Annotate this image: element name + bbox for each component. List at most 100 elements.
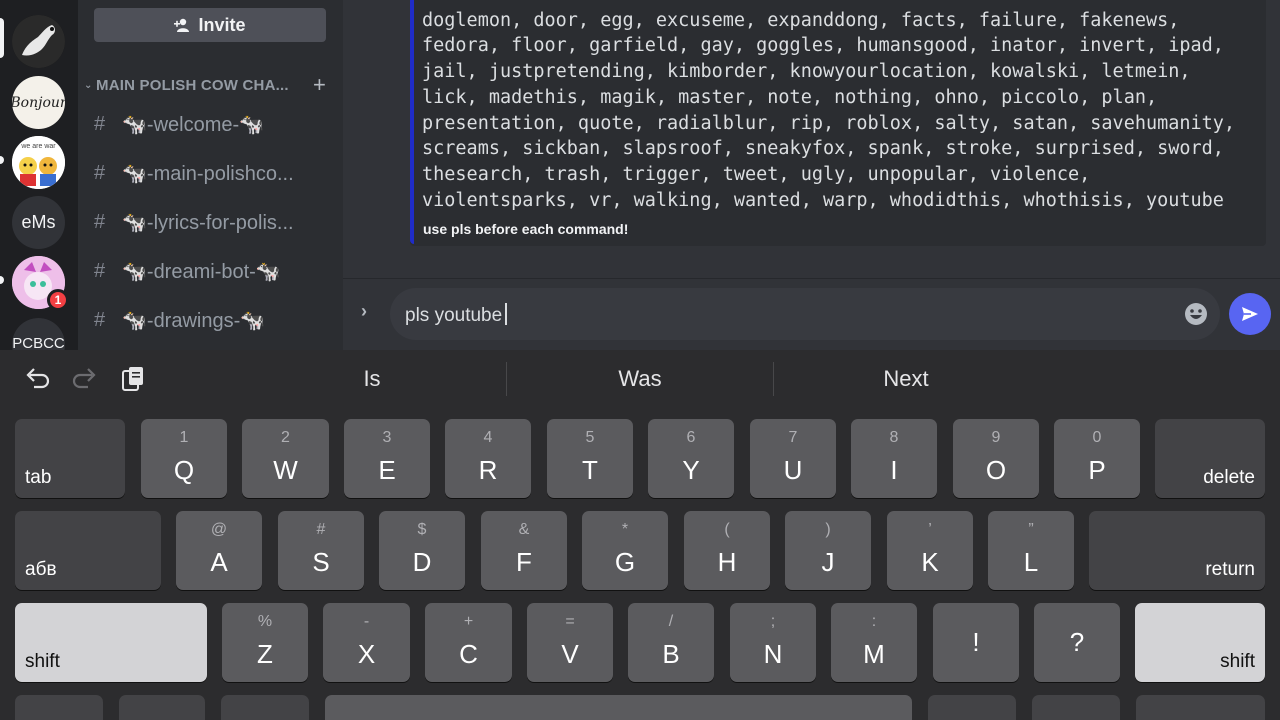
key-i[interactable]: 8I (851, 419, 937, 498)
language-key[interactable]: абв (15, 511, 161, 590)
hashtag-icon: # (94, 259, 106, 282)
command-line: jail, justpretending, kimborder, knowyou… (422, 61, 1191, 83)
key-l[interactable]: ” L (988, 511, 1074, 590)
right-shift-key[interactable]: shift (1135, 603, 1265, 682)
server-rail: Bonjour we are war eMs 1 PCBCC (0, 0, 78, 350)
suggestion-3[interactable]: Next (773, 350, 1039, 408)
channel-sidebar: Invite ⌄ MAIN POLISH COW CHA... + # 🐄-we… (78, 0, 343, 350)
command-line: thesearch, trash, trigger, tweet, ugly, … (422, 163, 1091, 185)
key-p[interactable]: 0P (1054, 419, 1140, 498)
key-r[interactable]: 4R (445, 419, 531, 498)
channel-dreami-bot[interactable]: # 🐄-dreami-bot-🐄 (94, 253, 334, 289)
redo-icon[interactable] (70, 364, 100, 394)
message-input-value: pls youtube (405, 305, 503, 326)
bottom-row-key[interactable] (119, 695, 205, 720)
suggestion-bar: Is Was Next (0, 350, 1280, 408)
channel-label: 🐄-main-polishco... (122, 162, 294, 185)
command-list: doglemon, door, egg, excuseme, expanddon… (422, 0, 1252, 213)
key-w[interactable]: 2W (242, 419, 329, 498)
channel-main-polishcow[interactable]: # 🐄-main-polishco... (94, 155, 334, 191)
channel-label: 🐄-welcome-🐄 (122, 113, 265, 136)
key-h[interactable]: (H (684, 511, 770, 590)
selected-server-indicator (0, 18, 4, 58)
channel-drawings[interactable]: # 🐄-drawings-🐄 (94, 302, 334, 338)
key-n[interactable]: ; N (730, 603, 816, 682)
hashtag-icon: # (94, 112, 106, 135)
key-k[interactable]: ’ K (887, 511, 973, 590)
return-key[interactable]: return (1089, 511, 1265, 590)
key-q[interactable]: 1Q (141, 419, 227, 498)
key-u[interactable]: 7U (750, 419, 836, 498)
channel-category-header[interactable]: ⌄ MAIN POLISH COW CHA... + (84, 72, 334, 98)
delete-key[interactable]: delete (1155, 419, 1265, 498)
server-icon-bonjour[interactable]: Bonjour (12, 76, 65, 129)
key-e[interactable]: 3E (344, 419, 430, 498)
key-g[interactable]: * G (582, 511, 668, 590)
undo-icon[interactable] (22, 364, 52, 394)
command-line: violentsparks, vr, walking, wanted, warp… (422, 189, 1224, 211)
hashtag-icon: # (94, 308, 106, 331)
key-o[interactable]: 9O (953, 419, 1039, 498)
add-person-icon (174, 18, 190, 32)
mention-badge: 1 (47, 289, 69, 311)
command-line: screams, sickban, slapsroof, sneakyfox, … (422, 138, 1224, 160)
bottom-row-key[interactable] (928, 695, 1016, 720)
suggestion-1[interactable]: Is (238, 350, 506, 408)
send-button[interactable] (1229, 293, 1271, 335)
key-a[interactable]: @ A (176, 511, 262, 590)
left-shift-key[interactable]: shift (15, 603, 207, 682)
key-b[interactable]: / B (628, 603, 714, 682)
key-v[interactable]: = V (527, 603, 613, 682)
key-question[interactable]: ? (1034, 603, 1120, 682)
key-y[interactable]: 6Y (648, 419, 734, 498)
key-c[interactable]: + C (425, 603, 512, 682)
channel-label: 🐄-lyrics-for-polis... (122, 211, 294, 234)
key-j[interactable]: ) J (785, 511, 871, 590)
key-m[interactable]: :M (831, 603, 917, 682)
server-icon-ems[interactable]: eMs (12, 196, 65, 249)
emoji-icon[interactable] (1184, 302, 1208, 326)
hashtag-icon: # (94, 210, 106, 233)
onscreen-keyboard: Is Was Next tab 1Q 2W 3E 4R 5T 6Y 7U 8I … (0, 350, 1280, 720)
invite-button[interactable]: Invite (94, 8, 326, 42)
channel-lyrics-for-polish[interactable]: # 🐄-lyrics-for-polis... (94, 204, 334, 240)
server-icon-we-are-war[interactable]: we are war (12, 136, 65, 189)
invite-label: Invite (198, 14, 246, 35)
channel-welcome[interactable]: # 🐄-welcome-🐄 (94, 106, 334, 142)
text-caret (505, 303, 508, 325)
bot-embed: doglemon, door, egg, excuseme, expanddon… (410, 0, 1266, 246)
message-input[interactable]: pls youtube (390, 288, 1220, 340)
key-t[interactable]: 5T (547, 419, 633, 498)
send-arrow-icon (1242, 307, 1258, 321)
category-label: MAIN POLISH COW CHA... (96, 76, 289, 94)
create-channel-icon[interactable]: + (313, 72, 326, 98)
key-z[interactable]: % Z (222, 603, 308, 682)
command-line: fedora, floor, garfield, gay, goggles, h… (422, 35, 1224, 57)
key-exclamation[interactable]: ! (933, 603, 1019, 682)
tab-key[interactable]: tab (15, 419, 125, 498)
key-f[interactable]: & F (481, 511, 567, 590)
suggestion-2[interactable]: Was (506, 350, 774, 408)
unread-indicator (0, 276, 4, 284)
bottom-row-key[interactable] (1032, 695, 1120, 720)
bottom-row-key[interactable] (221, 695, 309, 720)
command-line: doglemon, door, egg, excuseme, expanddon… (422, 9, 1180, 31)
key-d[interactable]: $ D (379, 511, 465, 590)
command-line (422, 0, 1252, 8)
command-line: lick, madethis, magik, master, note, not… (422, 86, 1158, 108)
key-s[interactable]: # S (278, 511, 364, 590)
server-icon-pink-character[interactable]: 1 (12, 256, 69, 311)
bottom-row-key[interactable] (1136, 695, 1265, 720)
channel-label: 🐄-drawings-🐄 (122, 309, 266, 332)
command-line: presentation, quote, radialblur, rip, ro… (422, 112, 1236, 134)
key-x[interactable]: -X (323, 603, 410, 682)
space-key[interactable] (325, 695, 912, 720)
embed-footer: use pls before each command! (423, 221, 629, 237)
paste-icon[interactable] (118, 364, 148, 394)
chevron-right-icon[interactable]: › (361, 301, 367, 322)
server-icon-horse[interactable] (12, 15, 65, 68)
server-icon-pcbcc[interactable]: PCBCC (12, 318, 65, 350)
bottom-row-key[interactable] (15, 695, 103, 720)
chevron-down-icon: ⌄ (84, 79, 93, 91)
hashtag-icon: # (94, 161, 106, 184)
